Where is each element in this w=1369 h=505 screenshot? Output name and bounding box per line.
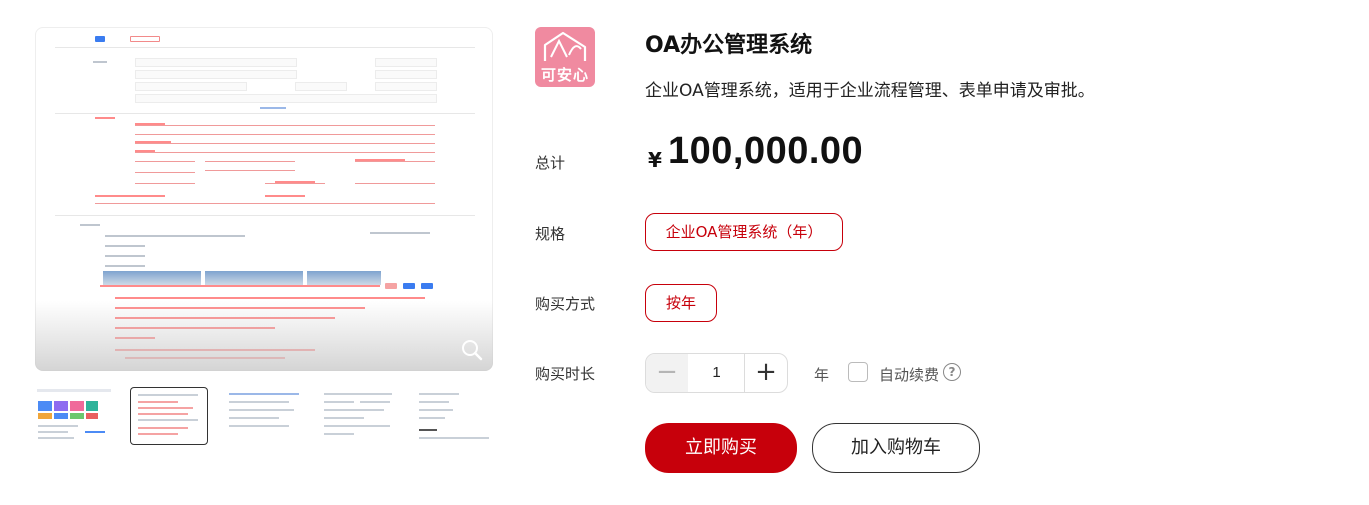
price-amount: 100,000.00 <box>668 130 864 172</box>
duration-stepper: − + <box>645 353 788 393</box>
auto-renew-label: 自动续费 <box>879 366 940 384</box>
currency-symbol: ¥ <box>648 148 662 172</box>
increment-button[interactable]: + <box>744 354 787 392</box>
house-outline-icon <box>543 31 587 61</box>
help-icon[interactable]: ? <box>943 363 961 381</box>
spec-option-annual[interactable]: 企业OA管理系统（年） <box>645 213 843 251</box>
duration-input[interactable] <box>688 354 745 392</box>
thumbnail-4[interactable] <box>320 387 398 445</box>
zoom-icon[interactable] <box>461 339 483 361</box>
price-label: 总计 <box>535 154 566 172</box>
logo-text: 可安心 <box>540 66 589 84</box>
thumbnail-5[interactable] <box>415 387 493 445</box>
main-product-image[interactable] <box>35 27 493 371</box>
product-logo: 可安心 <box>535 27 595 87</box>
purchase-mode-option-yearly[interactable]: 按年 <box>645 284 717 322</box>
spec-label: 规格 <box>535 225 566 243</box>
purchase-mode-label: 购买方式 <box>535 295 596 313</box>
thumbnail-1[interactable] <box>35 387 113 445</box>
thumbnail-2[interactable] <box>130 387 208 445</box>
add-to-cart-button[interactable]: 加入购物车 <box>812 423 980 473</box>
duration-unit: 年 <box>814 366 830 384</box>
thumbnail-3[interactable] <box>225 387 303 445</box>
decrement-button[interactable]: − <box>646 354 689 392</box>
product-title: OA办公管理系统 <box>645 33 813 58</box>
image-fade-overlay <box>35 301 493 371</box>
auto-renew-checkbox[interactable] <box>848 362 868 382</box>
duration-label: 购买时长 <box>535 365 596 383</box>
product-description: 企业OA管理系统，适用于企业流程管理、表单申请及审批。 <box>645 81 1095 101</box>
buy-now-button[interactable]: 立即购买 <box>645 423 797 473</box>
